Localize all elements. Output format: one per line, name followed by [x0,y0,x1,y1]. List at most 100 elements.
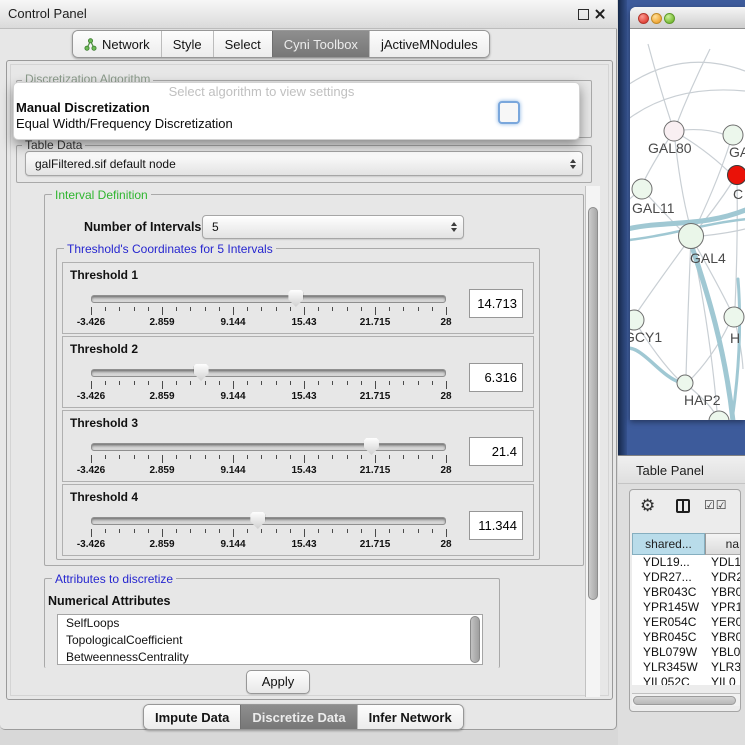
table-row[interactable]: YDR27...YDR2 [632,570,741,585]
network-node-node-top-right[interactable] [723,125,743,145]
threshold-value-field[interactable]: 11.344 [469,511,523,540]
tab-discretize-data[interactable]: Discretize Data [240,705,356,729]
tab-impute-data[interactable]: Impute Data [144,705,240,729]
tab-infer-network[interactable]: Infer Network [357,705,463,729]
gear-icon[interactable]: ⚙ [640,496,655,516]
network-window-titlebar[interactable] [630,7,745,29]
table-panel-title: Table Panel [636,463,704,478]
network-node-node-red[interactable] [728,166,745,185]
threshold-value-field[interactable]: 21.4 [469,437,523,466]
screenshot-root: Control Panel Network Style Select Cyni … [0,0,745,745]
tick-mark [446,307,447,315]
table-row[interactable]: YBL079WYBL0 [632,645,741,660]
attributes-list-scrollbar[interactable] [470,616,480,663]
tick-mark [446,529,447,537]
network-node-node-right-mid[interactable] [724,307,744,327]
threshold-label: Threshold 4 [70,490,138,504]
network-node-label: C [733,186,743,202]
dropdown-option-manual-discretization[interactable]: Manual Discretization [14,100,579,116]
cell-shared-name: YBR045C [632,630,705,645]
tick-mark [91,455,92,463]
column-header-shared-name[interactable]: shared... [632,533,705,555]
cell-shared-name: YPR145W [632,600,705,615]
network-node-HAP2[interactable] [677,375,693,391]
tick-mark [134,455,135,459]
threshold-slider[interactable]: -3.4262.8599.14415.4321.71528 [91,291,446,331]
table-row[interactable]: YPR145WYPR1 [632,600,741,615]
table-hscrollbar-track[interactable] [632,693,741,706]
close-button[interactable] [638,13,649,24]
slider-track[interactable] [91,443,446,451]
network-node-label: GAL4 [690,250,726,266]
attributes-group-title: Attributes to discretize [52,572,176,586]
number-of-intervals-combobox[interactable]: 5 [202,215,464,239]
table-row[interactable]: YBR043CYBR0 [632,585,741,600]
tick-mark [290,307,291,311]
apply-button[interactable]: Apply [246,670,310,694]
network-node-GCY1[interactable] [630,310,644,330]
network-edge[interactable] [648,44,674,131]
attribute-list-item[interactable]: SelfLoops [58,615,482,632]
threshold-value-field[interactable]: 14.713 [469,289,523,318]
network-node-GAL11[interactable] [632,179,652,199]
split-column-icon[interactable] [676,499,690,513]
combobox-focus-ring-fragment[interactable] [498,101,520,124]
threshold-slider[interactable]: -3.4262.8599.14415.4321.71528 [91,365,446,405]
dropdown-option-equal-width-frequency[interactable]: Equal Width/Frequency Discretization [14,116,579,132]
panel-scrollbar-thumb[interactable] [588,207,598,600]
slider-thumb[interactable] [364,438,379,455]
checkbox-icons[interactable]: ☑☑ [704,498,728,512]
slider-thumb[interactable] [288,290,303,307]
combo-stepper-icon [451,222,457,232]
slider-track[interactable] [91,517,446,525]
tick-label: 28 [440,391,451,402]
tab-select[interactable]: Select [213,31,272,57]
column-header-name[interactable]: na [705,533,741,555]
slider-track[interactable] [91,369,446,377]
slider-thumb[interactable] [250,512,265,529]
minimize-button[interactable] [651,13,662,24]
network-canvas[interactable]: GAL80GACGAL11GAL4GCY1HHAP2 [630,29,745,420]
network-node-GAL80[interactable] [664,121,684,141]
attribute-list-item[interactable]: TopologicalCoefficient [58,632,482,649]
network-edge[interactable] [674,49,710,131]
tick-mark [233,381,234,389]
cell-shared-name: YBL079W [632,645,705,660]
tick-mark [148,529,149,533]
table-row[interactable]: YIL052CYIL0 [632,675,741,685]
network-edge[interactable] [630,90,745,124]
table-data-combobox[interactable]: galFiltered.sif default node [25,151,583,176]
numerical-attributes-label: Numerical Attributes [48,594,170,608]
table-row[interactable]: YER054CYER0 [632,615,741,630]
table-hscrollbar-thumb[interactable] [633,696,736,705]
threshold-slider[interactable]: -3.4262.8599.14415.4321.71528 [91,439,446,479]
network-node-GAL4[interactable] [679,224,704,249]
network-node-label: GAL80 [648,140,692,156]
float-window-icon[interactable] [578,9,589,20]
attribute-list-item[interactable]: BetweennessCentrality [58,649,482,665]
tick-mark [134,381,135,385]
tick-label: 9.144 [220,317,245,328]
threshold-slider[interactable]: -3.4262.8599.14415.4321.71528 [91,513,446,553]
panel-scrollbar-track[interactable] [585,186,600,697]
tab-cyni-toolbox[interactable]: Cyni Toolbox [272,31,369,57]
slider-track[interactable] [91,295,446,303]
slider-thumb[interactable] [194,364,209,381]
table-row[interactable]: YDL19...YDL1 [632,555,741,570]
tab-network[interactable]: Network [73,31,161,57]
tick-mark [219,529,220,533]
network-edge[interactable] [638,237,691,311]
network-node-node-bottom[interactable] [709,411,729,420]
tab-style[interactable]: Style [161,31,213,57]
table-row[interactable]: YBR045CYBR0 [632,630,741,645]
tick-mark [332,455,333,459]
tick-label: 15.43 [291,465,316,476]
tick-mark [148,455,149,459]
threshold-value-field[interactable]: 6.316 [469,363,523,392]
zoom-button[interactable] [664,13,675,24]
table-row[interactable]: YLR345WYLR3 [632,660,741,675]
tab-jactivemnodules[interactable]: jActiveMNodules [369,31,489,57]
tick-label: -3.426 [77,317,105,328]
close-icon[interactable] [594,8,606,20]
network-edge[interactable] [630,62,745,89]
